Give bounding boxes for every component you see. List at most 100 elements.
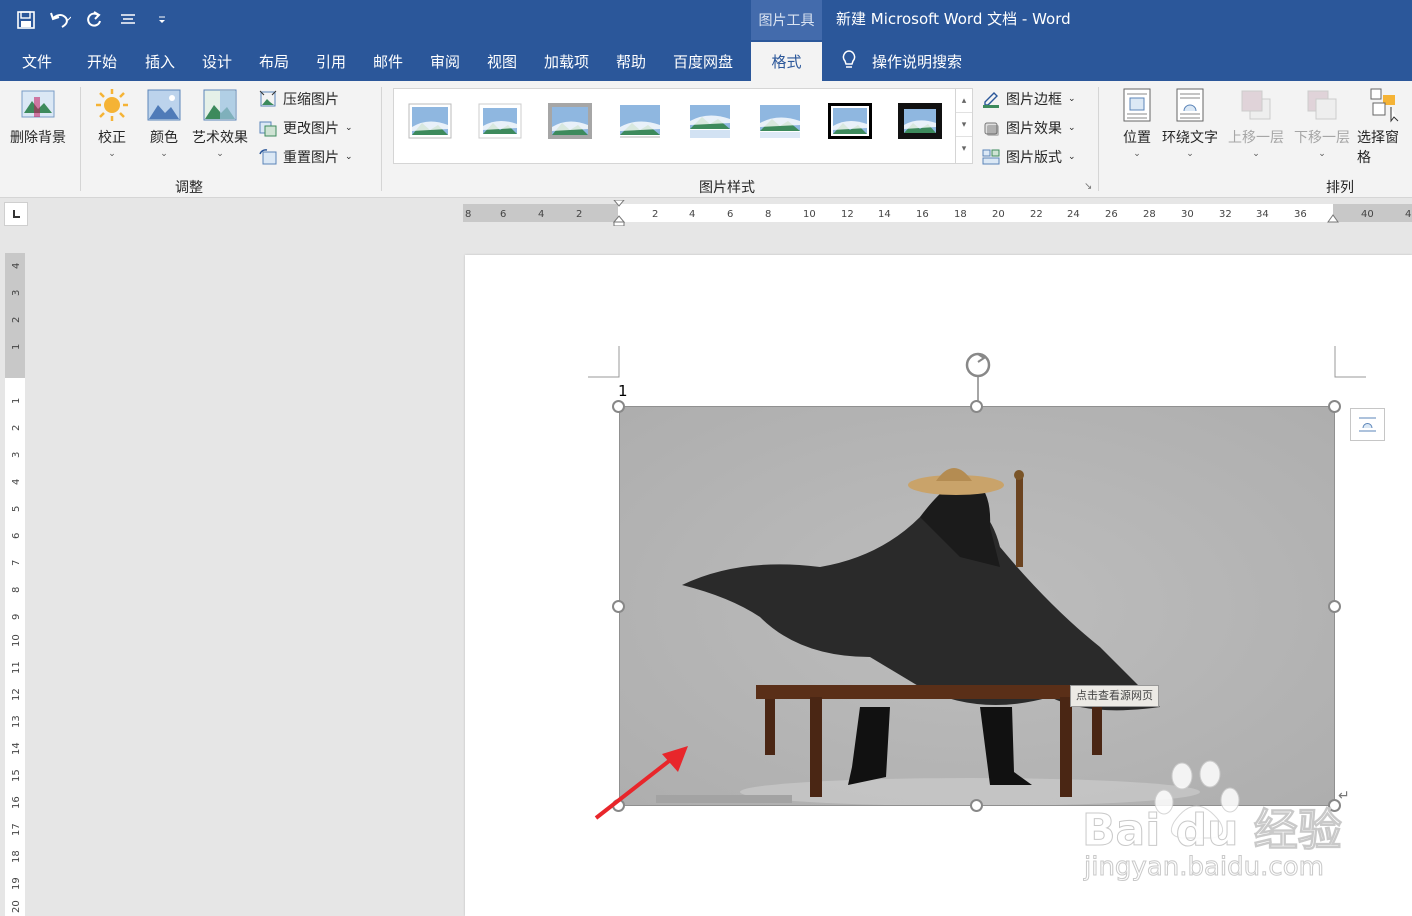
ruler-label: 10 (803, 209, 816, 220)
ribbon-tabs: 文件 开始 插入 设计 布局 引用 邮件 审阅 视图 加载项 帮助 百度网盘 操… (0, 40, 1412, 81)
picture-border-button[interactable]: 图片边框 ⌄ (982, 89, 1076, 109)
ruler-label: 1 (11, 344, 22, 350)
picture-effects-icon (984, 122, 999, 136)
tell-me-search[interactable]: 操作说明搜索 (872, 51, 962, 72)
indent-marker-icon[interactable] (613, 200, 625, 226)
picture-style-thumbnail[interactable] (688, 103, 732, 139)
left-tab-icon (13, 210, 20, 218)
gallery-scroll-down-icon[interactable]: ▾ (956, 113, 972, 137)
dialog-launcher-icon[interactable]: ↘ (1084, 181, 1092, 192)
resize-handle[interactable] (1328, 400, 1341, 413)
ruler-label: 18 (11, 850, 22, 863)
tab-file[interactable]: 文件 (22, 51, 52, 72)
selected-picture[interactable] (619, 406, 1335, 806)
tab-addins[interactable]: 加载项 (544, 51, 589, 72)
reset-picture-button[interactable]: 重置图片 ⌄ (259, 147, 353, 167)
picture-style-thumbnail[interactable] (478, 103, 522, 139)
right-indent-marker-icon[interactable] (1327, 212, 1339, 224)
wrap-text-button[interactable]: 环绕文字 ⌄ (1162, 87, 1218, 159)
ruler-ticks: 43211234567891011121314151617181920 (11, 263, 22, 913)
tab-format[interactable]: 格式 (751, 42, 822, 81)
ruler-label: 8 (11, 587, 22, 593)
picture-layout-label: 图片版式 (1006, 150, 1062, 166)
chevron-down-icon: ⌄ (1068, 152, 1076, 162)
ruler-label: 13 (11, 715, 22, 728)
ribbon: 删除背景 校正 ⌄ 颜色 ⌄ 艺术效果 ⌄ 压缩图片 更改图片 ⌄ 重置图片 ⌄… (0, 81, 1412, 198)
gallery-expand-icon[interactable]: ▾ (956, 137, 972, 161)
rotate-handle-icon[interactable] (962, 350, 994, 406)
artistic-effects-button[interactable]: 艺术效果 ⌄ (192, 87, 248, 159)
save-icon[interactable] (14, 8, 38, 32)
ruler-label: 7 (11, 560, 22, 566)
picture-style-thumbnail[interactable] (408, 103, 452, 139)
resize-handle[interactable] (612, 600, 625, 613)
bring-forward-button[interactable]: 上移一层 ⌄ (1228, 87, 1284, 159)
tab-baidu-netdisk[interactable]: 百度网盘 (673, 51, 733, 72)
customize-qat-icon[interactable] (150, 8, 174, 32)
send-backward-button[interactable]: 下移一层 ⌄ (1294, 87, 1350, 159)
picture-effects-button[interactable]: 图片效果 ⌄ (982, 118, 1076, 138)
tab-view[interactable]: 视图 (487, 51, 517, 72)
tab-mailings[interactable]: 邮件 (373, 51, 403, 72)
horizontal-ruler[interactable]: 8 6 4 2 2 4 6 8 10 12 14 16 18 20 22 24 26 28 30 32 34 36 40 4 (463, 200, 1412, 226)
corrections-button[interactable]: 校正 ⌄ (94, 87, 130, 159)
change-picture-button[interactable]: 更改图片 ⌄ (259, 118, 353, 138)
picture-style-thumbnail[interactable] (898, 103, 942, 139)
ruler-label: 36 (1294, 209, 1307, 220)
remove-background-button[interactable]: 删除背景 (10, 87, 66, 147)
ruler-label: 20 (11, 900, 22, 913)
resize-handle[interactable] (970, 400, 983, 413)
gallery-scroll-up-icon[interactable]: ▴ (956, 89, 972, 113)
ruler-label: 11 (11, 661, 22, 674)
resize-handle[interactable] (612, 400, 625, 413)
divider (381, 87, 382, 191)
change-picture-icon (259, 121, 277, 137)
color-button[interactable]: 颜色 ⌄ (146, 87, 182, 159)
resize-handle[interactable] (1328, 600, 1341, 613)
redo-icon[interactable] (82, 8, 106, 32)
vertical-ruler[interactable]: 4 3 2 1 1 2 3 4 5 6 7 8 9 10 11 12 13 14 15 16 17 18 19 20 (5, 253, 25, 916)
ruler-label: 26 (1105, 209, 1118, 220)
ruler-label: 28 (1143, 209, 1156, 220)
tab-review[interactable]: 审阅 (430, 51, 460, 72)
tab-selector[interactable] (4, 202, 28, 226)
ruler-label: 4 (689, 209, 695, 220)
picture-style-thumbnail[interactable] (618, 103, 662, 139)
picture-layout-button[interactable]: 图片版式 ⌄ (982, 147, 1076, 167)
undo-icon[interactable] (48, 8, 72, 32)
chevron-down-icon: ⌄ (1133, 149, 1141, 159)
picture-tools-context-tab: 图片工具 (751, 0, 822, 40)
selection-pane-button[interactable]: 选择窗格 (1357, 87, 1412, 167)
sun-icon (96, 89, 128, 121)
ruler-label: 10 (11, 634, 22, 647)
tab-design[interactable]: 设计 (202, 51, 232, 72)
send-backward-label: 下移一层 (1294, 130, 1350, 146)
layout-options-button[interactable] (1350, 408, 1385, 441)
picture-border-label: 图片边框 (1006, 92, 1062, 108)
tab-help[interactable]: 帮助 (616, 51, 646, 72)
chevron-down-icon: ⌄ (1318, 149, 1326, 159)
tab-insert[interactable]: 插入 (145, 51, 175, 72)
color-label: 颜色 (150, 130, 178, 146)
compress-pictures-button[interactable]: 压缩图片 (259, 89, 339, 109)
group-label-arrange: 排列 (1326, 180, 1354, 196)
chevron-down-icon: ⌄ (216, 149, 224, 159)
ruler-label: 9 (11, 614, 22, 620)
resize-handle[interactable] (970, 799, 983, 812)
align-icon[interactable] (116, 8, 140, 32)
ruler-label: 16 (11, 796, 22, 809)
picture-style-thumbnail[interactable] (758, 103, 802, 139)
ruler-label: 19 (11, 877, 22, 890)
quick-access-toolbar (14, 8, 174, 32)
tab-home[interactable]: 开始 (87, 51, 117, 72)
picture-style-thumbnail[interactable] (828, 103, 872, 139)
ruler-label: 6 (500, 209, 506, 220)
corrections-label: 校正 (98, 130, 126, 146)
corner-mark (1334, 346, 1366, 378)
tab-layout[interactable]: 布局 (259, 51, 289, 72)
tab-references[interactable]: 引用 (316, 51, 346, 72)
picture-styles-gallery: ▴ ▾ ▾ (393, 88, 973, 164)
chevron-down-icon: ⌄ (345, 152, 353, 162)
position-button[interactable]: 位置 ⌄ (1119, 87, 1155, 159)
picture-style-thumbnail[interactable] (548, 103, 592, 139)
